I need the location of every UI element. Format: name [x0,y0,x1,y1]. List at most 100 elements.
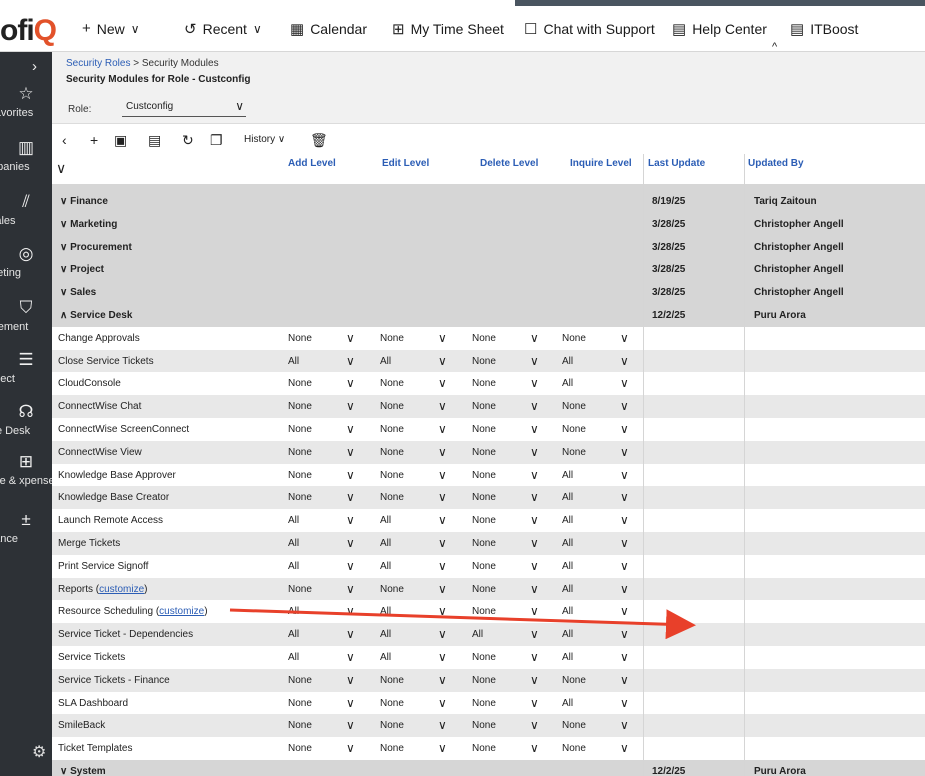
chevron-down-icon[interactable]: ∨ [346,673,355,687]
copy-icon[interactable]: ❐ [210,132,223,149]
delete-level-select[interactable]: None [472,720,496,731]
chevron-down-icon[interactable]: ∨ [346,650,355,664]
sidebar-item-service-desk[interactable]: ☊ ice Desk [0,402,52,437]
back-icon[interactable]: ‹ [62,132,67,148]
edit-level-select[interactable]: None [380,720,404,731]
add-level-select[interactable]: None [288,378,312,389]
chevron-down-icon[interactable]: ∨ [346,445,355,459]
inquire-level-select[interactable]: All [562,538,573,549]
history-dropdown[interactable]: History ∨ [244,134,285,145]
chevron-down-icon[interactable]: ∨ [530,399,539,413]
col-delete-level[interactable]: Delete Level [480,158,538,169]
delete-level-select[interactable]: None [472,333,496,344]
chevron-down-icon[interactable]: ∨ [620,376,629,390]
add-level-select[interactable]: All [288,606,299,617]
help-center-link[interactable]: ▤ Help Center [672,20,767,38]
chevron-down-icon[interactable]: ∨ [530,718,539,732]
add-level-select[interactable]: All [288,629,299,640]
inquire-level-select[interactable]: All [562,470,573,481]
edit-level-select[interactable]: All [380,561,391,572]
module-group-row[interactable]: ∨ Sales 3/28/25 Christopher Angell [52,281,925,305]
chevron-down-icon[interactable]: ∨ [438,718,447,732]
delete-level-select[interactable]: None [472,538,496,549]
chevron-down-icon[interactable]: ∨ [530,650,539,664]
sidebar-item-project[interactable]: ☰roject [0,350,52,385]
chevron-down-icon[interactable]: ∨ [346,604,355,618]
delete-level-select[interactable]: None [472,606,496,617]
chevron-down-icon[interactable]: ∨ [438,376,447,390]
inquire-level-select[interactable]: All [562,584,573,595]
module-group-row[interactable]: ∧ Service Desk 12/2/25 Puru Arora [52,304,925,327]
module-group-row[interactable]: ∨ Marketing 3/28/25 Christopher Angell [52,212,925,236]
edit-level-select[interactable]: None [380,584,404,595]
inquire-level-select[interactable]: All [562,629,573,640]
chevron-down-icon[interactable]: ∨ [346,399,355,413]
chevron-down-icon[interactable]: ∨ [346,718,355,732]
edit-level-select[interactable]: All [380,606,391,617]
delete-level-select[interactable]: None [472,561,496,572]
inquire-level-select[interactable]: None [562,720,586,731]
edit-level-select[interactable]: All [380,538,391,549]
chevron-down-icon[interactable]: ∨ [530,696,539,710]
sidebar-item-favorites[interactable]: ☆ Favorites [0,84,52,119]
chevron-down-icon[interactable]: ∨ [620,673,629,687]
inquire-level-select[interactable]: All [562,606,573,617]
inquire-level-select[interactable]: All [562,652,573,663]
edit-level-select[interactable]: None [380,675,404,686]
chevron-down-icon[interactable]: ∨ [438,490,447,504]
add-level-select[interactable]: None [288,492,312,503]
chevron-down-icon[interactable]: ∨ [620,331,629,345]
inquire-level-select[interactable]: All [562,378,573,389]
add-level-select[interactable]: None [288,584,312,595]
add-level-select[interactable]: None [288,401,312,412]
chevron-down-icon[interactable]: ∨ [620,513,629,527]
chevron-down-icon[interactable]: ∨ [620,399,629,413]
chevron-down-icon[interactable]: ∨ [346,696,355,710]
inquire-level-select[interactable]: All [562,356,573,367]
sidebar-item-marketing[interactable]: ◎ rketing [0,244,52,279]
chevron-down-icon[interactable]: ∨ [438,513,447,527]
calendar-link[interactable]: ▦ Calendar [290,20,367,38]
add-level-select[interactable]: All [288,356,299,367]
add-level-select[interactable]: All [288,561,299,572]
chevron-down-icon[interactable]: ∨ [438,559,447,573]
delete-level-select[interactable]: None [472,743,496,754]
delete-level-select[interactable]: None [472,584,496,595]
chevron-down-icon[interactable]: ∨ [530,490,539,504]
edit-level-select[interactable]: All [380,652,391,663]
add-level-select[interactable]: None [288,698,312,709]
delete-level-select[interactable]: None [472,356,496,367]
chevron-down-icon[interactable]: ∨ [346,582,355,596]
chevron-down-icon[interactable]: ∨ [530,741,539,755]
save-icon[interactable]: ▣ [114,132,127,149]
expand-sidebar-icon[interactable]: › [32,58,37,75]
chevron-down-icon[interactable]: ∨ [530,422,539,436]
chevron-down-icon[interactable]: ∨ [530,331,539,345]
chevron-down-icon[interactable]: ∨ [438,399,447,413]
add-level-select[interactable]: All [288,538,299,549]
chevron-down-icon[interactable]: ∨ [620,604,629,618]
add-level-select[interactable]: None [288,470,312,481]
delete-level-select[interactable]: None [472,492,496,503]
edit-level-select[interactable]: None [380,401,404,412]
inquire-level-select[interactable]: None [562,333,586,344]
edit-level-select[interactable]: All [380,515,391,526]
chevron-down-icon[interactable]: ∨ [620,741,629,755]
chevron-down-icon[interactable]: ∨ [438,696,447,710]
delete-level-select[interactable]: None [472,470,496,481]
edit-level-select[interactable]: None [380,333,404,344]
add-level-select[interactable]: None [288,720,312,731]
inquire-level-select[interactable]: All [562,698,573,709]
chevron-down-icon[interactable]: ∨ [438,445,447,459]
chevron-down-icon[interactable]: ∨ [438,604,447,618]
breadcrumb-security-roles-link[interactable]: Security Roles [66,58,130,69]
customize-link[interactable]: customize [159,606,204,617]
col-last-update[interactable]: Last Update [648,158,705,169]
role-select[interactable]: Custconfig ∨ [122,97,246,117]
sidebar-item-procurement[interactable]: ⛉ urement [0,298,52,333]
inquire-level-select[interactable]: All [562,515,573,526]
edit-level-select[interactable]: None [380,698,404,709]
chevron-down-icon[interactable]: ∨ [438,422,447,436]
edit-level-select[interactable]: None [380,447,404,458]
delete-level-select[interactable]: None [472,447,496,458]
